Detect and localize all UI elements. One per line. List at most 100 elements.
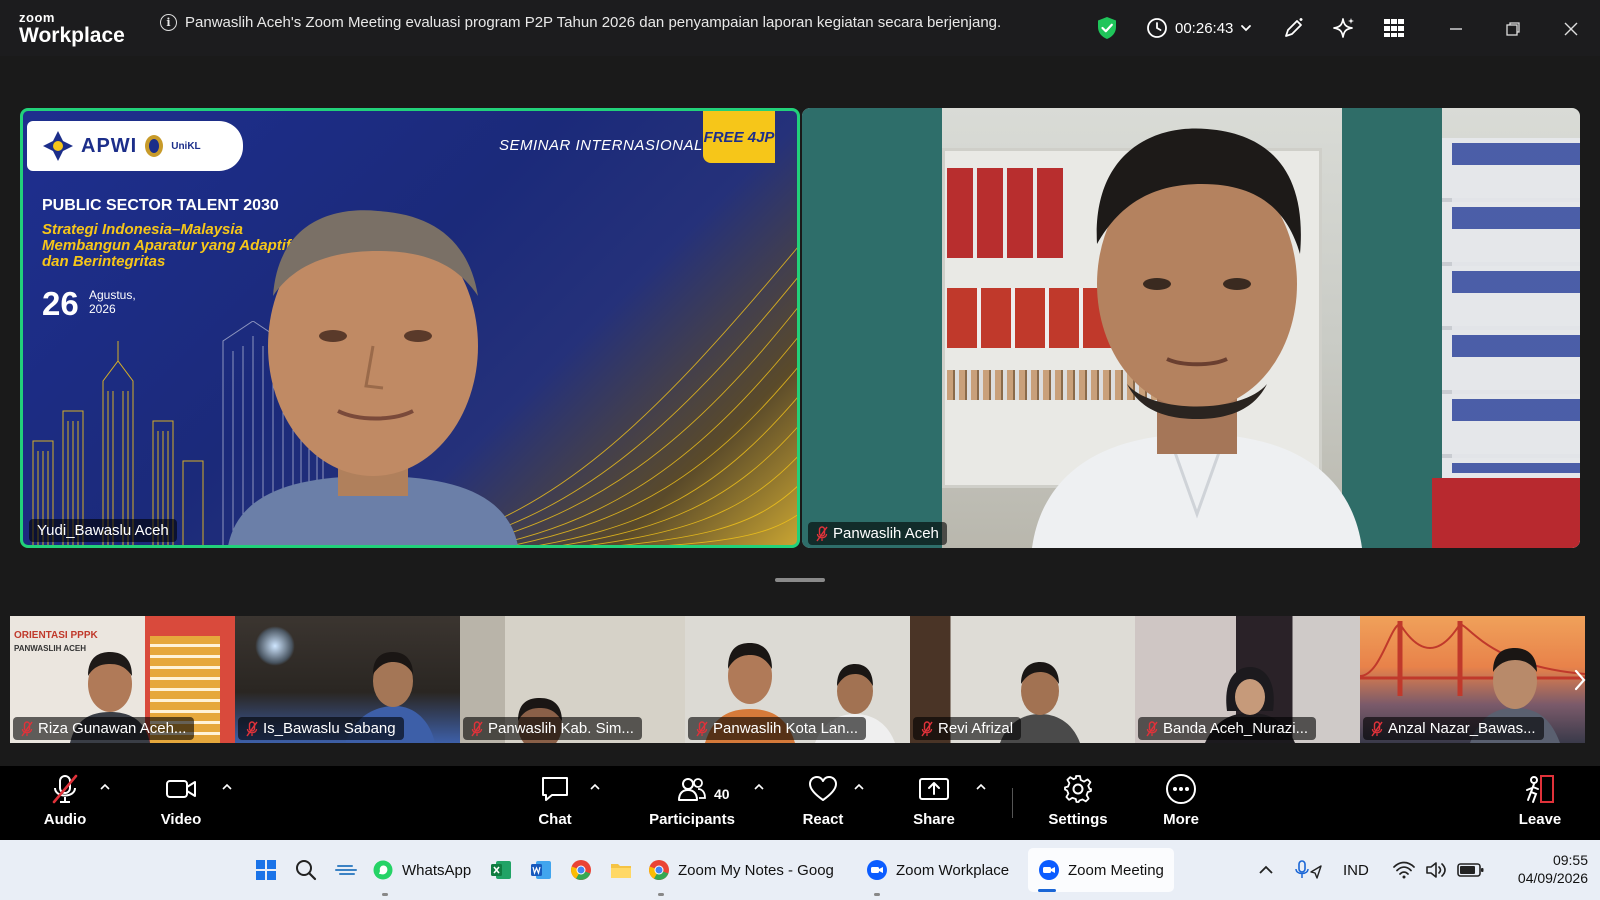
participant-name-tag: Panwaslih Kota Lan... — [688, 717, 867, 740]
thumbnail-tile[interactable]: ORIENTASI PPPK PANWASLIH ACEH Riza Gunaw… — [10, 616, 235, 743]
encryption-shield[interactable] — [1096, 0, 1118, 56]
more-button[interactable]: More — [1156, 774, 1206, 834]
share-options-caret[interactable] — [974, 780, 988, 794]
video-stage: APWI UniKL SEMINAR INTERNASIONAL # 03 FR… — [0, 56, 1600, 766]
zoom-window: zoom Workplace i Panwaslih Aceh's Zoom M… — [0, 0, 1600, 900]
active-indicator — [1038, 889, 1056, 892]
taskbar-word[interactable] — [530, 840, 552, 900]
video-tile-active-speaker[interactable]: APWI UniKL SEMINAR INTERNASIONAL # 03 FR… — [20, 108, 800, 548]
participant-name-tag: Yudi_Bawaslu Aceh — [29, 519, 177, 542]
clock-time: 09:55 — [1552, 852, 1588, 868]
taskbar-whatsapp[interactable]: WhatsApp — [372, 840, 471, 900]
audio-button[interactable]: Audio — [40, 774, 90, 834]
quick-settings-tray[interactable] — [1393, 840, 1485, 900]
share-button[interactable]: Share — [908, 774, 960, 834]
gear-icon — [1064, 775, 1092, 803]
muted-mic-icon — [246, 720, 258, 736]
participant-name: Riza Gunawan Aceh... — [38, 720, 187, 737]
settings-button[interactable]: Settings — [1045, 774, 1111, 834]
thumbnail-tile[interactable]: Panwaslih Kab. Sim... — [460, 616, 685, 743]
chat-button[interactable]: Chat — [530, 774, 580, 834]
leave-door-icon — [1526, 775, 1554, 803]
chevron-up-icon — [1259, 865, 1273, 874]
info-icon[interactable]: i — [160, 14, 177, 31]
zoom-workplace-logo: zoom Workplace — [19, 11, 125, 46]
close-icon — [1564, 22, 1578, 36]
participant-name: Is_Bawaslu Sabang — [263, 720, 396, 737]
widgets-button[interactable] — [335, 840, 359, 900]
mic-location-tray[interactable] — [1295, 840, 1323, 900]
chat-label: Chat — [538, 811, 572, 828]
participants-button[interactable]: Participants — [648, 774, 736, 834]
taskbar-chrome[interactable] — [570, 840, 592, 900]
shield-icon — [1098, 17, 1116, 39]
system-clock[interactable]: 09:55 04/09/2026 — [1518, 851, 1588, 887]
thumbnail-tile[interactable]: Banda Aceh_Nurazi... — [1135, 616, 1360, 743]
search-button[interactable] — [295, 840, 317, 900]
taskbar-zoom-meeting[interactable]: Zoom Meeting — [1028, 848, 1174, 892]
toolbar-divider — [1012, 788, 1013, 818]
search-icon — [296, 860, 317, 881]
start-button[interactable] — [255, 840, 277, 900]
background-shelf-left — [802, 108, 942, 548]
chevron-up-icon — [222, 783, 232, 790]
minimize-button[interactable] — [1443, 16, 1469, 42]
input-language-label: IND — [1343, 861, 1369, 879]
running-indicator — [874, 893, 880, 896]
taskbar-chrome-window[interactable]: Zoom My Notes - Goog — [648, 840, 834, 900]
participant-name: Banda Aceh_Nurazi... — [1163, 720, 1309, 737]
chevron-up-icon — [100, 783, 110, 790]
react-options-caret[interactable] — [852, 780, 866, 794]
strip-next-button[interactable] — [1570, 660, 1590, 700]
participant-name: Yudi_Bawaslu Aceh — [37, 522, 169, 539]
close-button[interactable] — [1558, 16, 1584, 42]
thumbnail-tile[interactable]: Panwaslih Kota Lan... — [685, 616, 910, 743]
meeting-title: Panwaslih Aceh's Zoom Meeting evaluasi p… — [185, 14, 1002, 31]
video-tile-participant[interactable]: Panwaslih Aceh — [802, 108, 1580, 548]
muted-mic-icon — [696, 720, 708, 736]
chrome-icon — [571, 860, 591, 880]
restore-button[interactable] — [1500, 16, 1526, 42]
meeting-info[interactable]: i Panwaslih Aceh's Zoom Meeting evaluasi… — [160, 14, 1001, 31]
zoom-app-icon — [867, 860, 887, 880]
background-blue-binders — [1452, 143, 1580, 473]
grid-view-icon — [1384, 19, 1404, 37]
share-screen-icon — [919, 778, 949, 800]
participant-strip: ORIENTASI PPPK PANWASLIH ACEH Riza Gunaw… — [10, 616, 1592, 743]
thumbnail-tile[interactable]: Revi Afrizal — [910, 616, 1135, 743]
taskbar-excel[interactable] — [490, 840, 512, 900]
participant-name-tag: Riza Gunawan Aceh... — [13, 717, 195, 740]
whatsapp-icon — [373, 860, 393, 880]
participants-options-caret[interactable] — [752, 780, 766, 794]
leave-button[interactable]: Leave — [1514, 774, 1566, 834]
show-hidden-icons-button[interactable] — [1258, 840, 1274, 900]
chevron-right-icon — [1574, 669, 1586, 691]
resize-handle[interactable] — [775, 578, 825, 582]
video-options-caret[interactable] — [220, 780, 234, 794]
annotate-button[interactable] — [1281, 0, 1307, 56]
chat-options-caret[interactable] — [588, 780, 602, 794]
view-button[interactable] — [1381, 0, 1407, 56]
react-button[interactable]: React — [798, 774, 848, 834]
muted-mic-icon — [1371, 720, 1383, 736]
audio-options-caret[interactable] — [98, 780, 112, 794]
meeting-timer[interactable]: 00:26:43 — [1146, 0, 1252, 56]
taskbar-chrome-window-label: Zoom My Notes - Goog — [678, 861, 834, 879]
muted-mic-icon — [21, 720, 33, 736]
background-red-box — [1432, 478, 1580, 548]
taskbar-file-explorer[interactable] — [610, 840, 632, 900]
thumbnail-lamp — [255, 626, 295, 666]
excel-icon — [491, 861, 511, 879]
thumbnail-tile[interactable]: Anzal Nazar_Bawas... — [1360, 616, 1585, 743]
brand-top: zoom — [19, 10, 55, 25]
ai-companion-button[interactable] — [1331, 0, 1357, 56]
taskbar-zoom-workplace[interactable]: Zoom Workplace — [866, 840, 1009, 900]
poster-date-text: Agustus, 2026 — [89, 288, 136, 317]
input-language[interactable]: IND — [1343, 840, 1369, 900]
video-button[interactable]: Video — [156, 774, 206, 834]
thumbnail-tile[interactable]: Is_Bawaslu Sabang — [235, 616, 460, 743]
participant-name-tag: Panwaslih Aceh — [808, 522, 947, 545]
participant-video-person — [228, 210, 518, 545]
participant-video-person — [1032, 128, 1362, 548]
apwi-logo-text: APWI — [81, 134, 138, 157]
